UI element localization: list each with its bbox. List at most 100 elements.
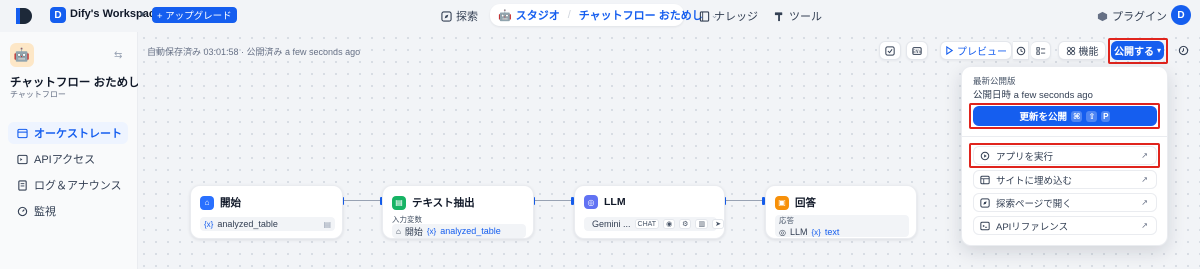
sidebar-item-label: ログ＆アナウンス bbox=[34, 180, 122, 192]
variable-name: text bbox=[824, 227, 840, 237]
api-reference-label: APIリファレンス bbox=[996, 221, 1069, 233]
workspace-avatar[interactable]: D bbox=[50, 7, 66, 23]
send-icon: ➤ bbox=[712, 219, 724, 229]
published-time: 公開日時 a few seconds ago bbox=[973, 90, 1093, 101]
robot-icon: 🤖 bbox=[498, 9, 512, 22]
embed-site-item[interactable]: サイトに埋め込む ↗ bbox=[973, 170, 1157, 189]
arrow-up-right-icon: ↗ bbox=[1141, 175, 1148, 184]
node-title: LLM bbox=[604, 196, 626, 208]
nav-explore-label: 探索 bbox=[456, 11, 478, 23]
app-title: チャットフロー おためし bbox=[10, 77, 140, 89]
node-answer[interactable]: ▣ 回答 応答 ◎ LLM {x} text bbox=[765, 185, 917, 239]
shortcut-key: ⇧ bbox=[1086, 110, 1098, 122]
variable-icon: {x} bbox=[426, 226, 437, 236]
plugins-button[interactable]: プラグイン bbox=[1097, 8, 1167, 24]
history-icon bbox=[1178, 45, 1188, 56]
nav-studio[interactable]: 🤖 スタジオ / チャットフロー おためし ⌄ bbox=[490, 4, 718, 26]
history-clock-button[interactable] bbox=[1013, 41, 1029, 60]
embed-icon bbox=[980, 175, 990, 184]
orchestrate-icon bbox=[17, 128, 28, 138]
open-explore-item[interactable]: 探索ページで開く ↗ bbox=[973, 193, 1157, 212]
app-type: チャットフロー bbox=[10, 90, 66, 99]
response-variable: ◎ LLM {x} text bbox=[779, 227, 839, 237]
arrow-up-right-icon: ↗ bbox=[1141, 198, 1148, 207]
node-header: ▤ テキスト抽出 bbox=[392, 195, 475, 210]
node-title: テキスト抽出 bbox=[412, 197, 475, 209]
chevron-down-icon: ▾ bbox=[1156, 46, 1161, 55]
nav-knowledge[interactable]: ナレッジ bbox=[699, 7, 758, 25]
nav-tools-label: ツール bbox=[789, 11, 822, 23]
current-app-selector[interactable]: チャットフロー おためし bbox=[579, 7, 703, 23]
arrow-up-right-icon: ↗ bbox=[1141, 151, 1148, 160]
sidebar-item-label: 監視 bbox=[34, 206, 56, 218]
run-app-item[interactable]: アプリを実行 ↗ bbox=[973, 146, 1157, 165]
answer-icon: ▣ bbox=[775, 195, 789, 210]
cube-icon bbox=[1097, 11, 1108, 21]
checklist-button[interactable] bbox=[879, 41, 901, 60]
node-text-extract[interactable]: ▤ テキスト抽出 入力変数 ⌂ 開始 {x} analyzed_table bbox=[382, 185, 534, 239]
edge-extract-llm bbox=[535, 200, 573, 201]
node-header: ⌂ 開始 bbox=[200, 195, 241, 210]
logs-icon bbox=[18, 179, 27, 191]
preview-button[interactable]: プレビュー bbox=[940, 41, 1012, 60]
nav-studio-label: スタジオ bbox=[515, 10, 560, 22]
variable-source: LLM bbox=[789, 227, 808, 237]
embed-site-label: サイトに埋め込む bbox=[996, 175, 1073, 187]
sidebar-item-api[interactable]: APIアクセス bbox=[8, 148, 128, 170]
checklist-count-button[interactable] bbox=[1031, 41, 1051, 60]
svg-text:ENV: ENV bbox=[913, 48, 922, 53]
app-robot-icon: 🤖 bbox=[10, 43, 34, 67]
document-icon: ▤ bbox=[323, 219, 331, 229]
user-avatar[interactable]: D bbox=[1171, 5, 1191, 25]
sidebar-item-orchestrate[interactable]: オーケストレート bbox=[8, 122, 128, 144]
doc-icon: ▥ bbox=[695, 219, 709, 229]
explore-icon bbox=[980, 197, 990, 208]
version-history-button[interactable] bbox=[1174, 41, 1192, 60]
node-header: ▣ 回答 bbox=[775, 195, 816, 210]
preview-label: プレビュー bbox=[957, 47, 1007, 58]
variable-icon: {x} bbox=[811, 227, 821, 237]
hammer-icon bbox=[774, 11, 783, 21]
node-start[interactable]: ⌂ 開始 {x} analyzed_table ▤ bbox=[190, 185, 343, 239]
update-publish-label: 更新を公開 bbox=[1019, 112, 1068, 123]
workspace-name[interactable]: Dify's Workspace bbox=[70, 8, 161, 20]
play-circle-icon bbox=[980, 151, 990, 160]
response-field: 応答 ◎ LLM {x} text bbox=[775, 215, 909, 237]
sidebar-item-monitor[interactable]: 監視 bbox=[8, 200, 128, 222]
shortcut-key: P bbox=[1101, 110, 1111, 122]
node-llm[interactable]: ◎ LLM Gemini ... CHAT ◉ ⚙ ▥ ➤ bbox=[574, 185, 725, 239]
list-check-icon bbox=[1035, 46, 1045, 55]
dify-logo-icon[interactable] bbox=[14, 6, 36, 26]
extract-icon: ▤ bbox=[392, 195, 406, 210]
env-icon: ENV bbox=[912, 46, 922, 55]
monitor-icon bbox=[17, 206, 28, 216]
api-reference-item[interactable]: APIリファレンス ↗ bbox=[973, 216, 1157, 235]
dropdown-divider bbox=[961, 136, 1168, 137]
play-icon bbox=[946, 46, 954, 55]
edge-llm-answer bbox=[726, 200, 764, 201]
upgrade-button[interactable]: + アップグレード bbox=[152, 7, 237, 23]
env-variables-button[interactable]: ENV bbox=[906, 41, 928, 60]
update-publish-button[interactable]: 更新を公開 ⌘ ⇧ P bbox=[973, 106, 1157, 126]
nav-tools[interactable]: ツール bbox=[774, 7, 822, 25]
input-variable-field: ⌂ 開始 {x} analyzed_table bbox=[392, 224, 526, 238]
nav-explore[interactable]: 探索 bbox=[441, 7, 478, 25]
publish-button[interactable]: 公開する ▾ bbox=[1111, 41, 1164, 60]
features-label: 機能 bbox=[1078, 47, 1099, 58]
features-button[interactable]: 機能 bbox=[1058, 41, 1106, 60]
latest-version-label: 最新公開版 bbox=[973, 76, 1016, 86]
chevron-down-icon[interactable]: ▾ bbox=[140, 9, 145, 20]
model-name: Gemini ... bbox=[592, 219, 631, 229]
sidebar-toggle-icon[interactable]: ⇆ bbox=[114, 50, 122, 61]
sidebar-item-logs[interactable]: ログ＆アナウンス bbox=[8, 174, 128, 196]
variable-name: analyzed_table bbox=[217, 219, 278, 229]
features-icon bbox=[1066, 46, 1075, 55]
edge-start-extract bbox=[344, 200, 382, 201]
llm-icon: ◎ bbox=[584, 195, 598, 209]
home-icon: ⌂ bbox=[396, 226, 401, 236]
shortcut-key: ⌘ bbox=[1071, 110, 1083, 122]
variable-icon: {x} bbox=[204, 219, 214, 229]
api-icon bbox=[17, 154, 28, 164]
node-title: 回答 bbox=[795, 197, 816, 209]
open-explore-label: 探索ページで開く bbox=[996, 198, 1072, 210]
